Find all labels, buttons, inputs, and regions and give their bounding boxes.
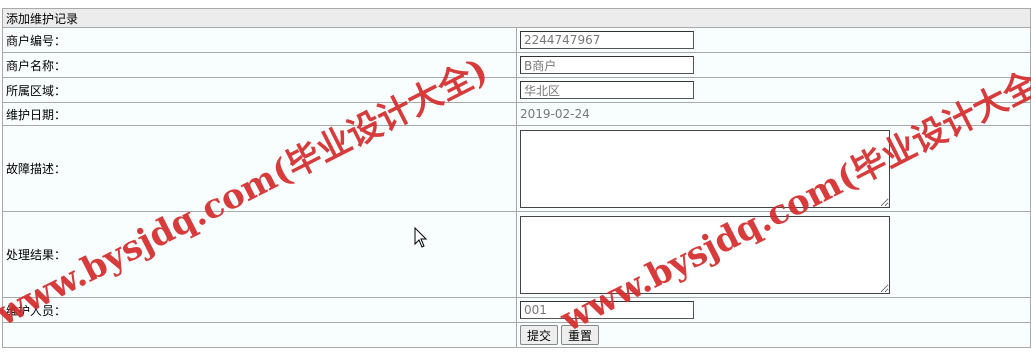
date-value: 2019-02-24 [520,107,590,121]
staff-input[interactable] [520,301,694,319]
reset-button[interactable]: 重置 [561,325,600,345]
result-textarea[interactable] [520,215,890,294]
form-title: 添加维护记录 [2,8,1031,28]
fault-textarea[interactable] [520,129,890,208]
buttons-label-cell [2,322,517,348]
merchant-name-label: 商户名称： [2,52,517,78]
mouse-cursor-icon [414,227,428,248]
merchant-id-input[interactable] [520,31,694,49]
date-cell: 2019-02-24 [516,102,1031,126]
staff-cell [516,297,1031,323]
fault-cell [516,125,1031,212]
date-label: 维护日期： [2,102,517,126]
region-cell [516,77,1031,103]
merchant-id-label: 商户编号： [2,27,517,53]
buttons-cell: 提交 重置 [516,322,1031,348]
region-input[interactable] [520,81,694,99]
merchant-name-cell [516,52,1031,78]
maintenance-form: 添加维护记录 商户编号： 商户名称： 所属区域： 维护日期： 2019-02-2… [2,8,1031,348]
staff-label: 维护人员： [2,297,517,323]
result-cell [516,211,1031,298]
fault-label: 故障描述： [2,125,517,212]
merchant-id-cell [516,27,1031,53]
result-label: 处理结果： [2,211,517,298]
merchant-name-input[interactable] [520,56,694,74]
submit-button[interactable]: 提交 [520,325,559,345]
region-label: 所属区域： [2,77,517,103]
